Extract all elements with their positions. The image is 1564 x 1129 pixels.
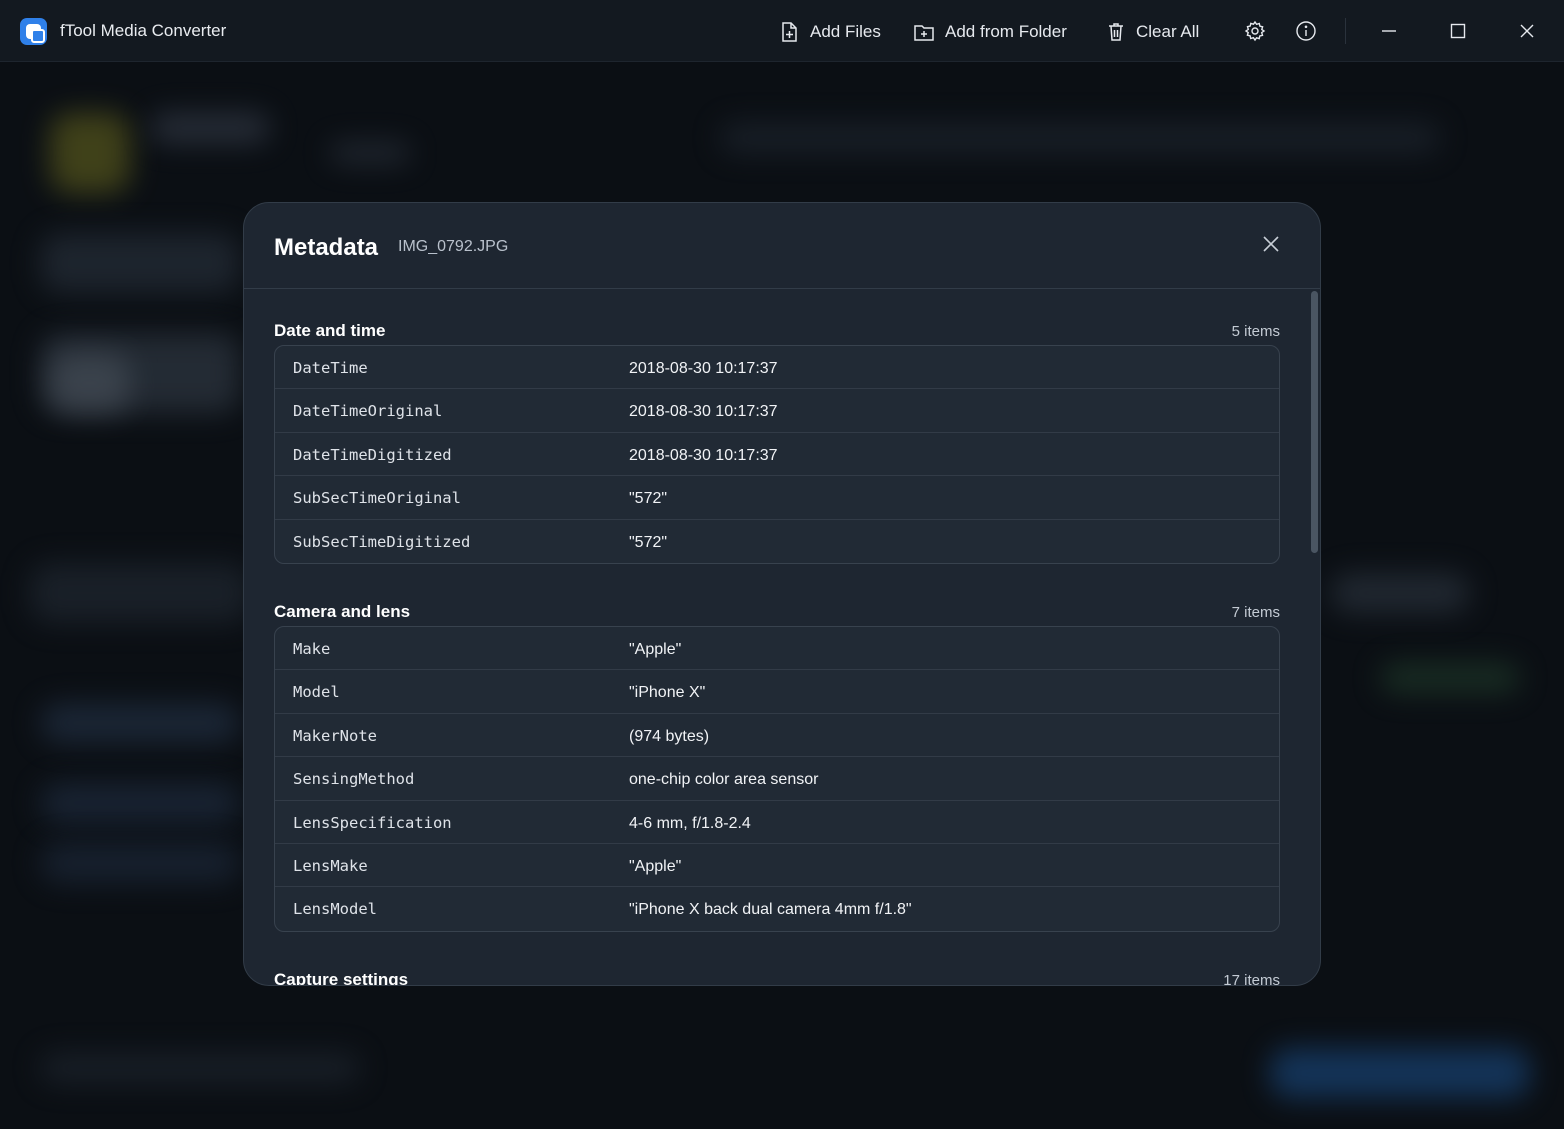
metadata-key: Model — [293, 683, 340, 702]
trash-icon — [1106, 21, 1126, 43]
metadata-value: (974 bytes) — [629, 727, 710, 745]
table-row: MakerNote (974 bytes) — [275, 714, 1279, 758]
metadata-key: LensMake — [293, 856, 368, 875]
dialog-title: Metadata — [274, 234, 379, 261]
minimize-icon[interactable] — [1377, 19, 1401, 43]
table-row: DateTime 2018-08-30 10:17:37 — [275, 346, 1279, 390]
metadata-value: 2018-08-30 10:17:37 — [629, 446, 778, 464]
metadata-value: 2018-08-30 10:17:37 — [629, 403, 778, 421]
clear-all-label: Clear All — [1136, 22, 1200, 41]
table-row: Model "iPhone X" — [275, 670, 1279, 714]
metadata-value: 2018-08-30 10:17:37 — [629, 360, 778, 377]
section-count: 7 items — [1231, 604, 1280, 621]
add-from-folder-button[interactable]: Add from Folder — [913, 16, 1067, 48]
app-title: fTool Media Converter — [60, 21, 227, 40]
titlebar-divider — [1345, 18, 1346, 44]
table-row: LensModel "iPhone X back dual camera 4mm… — [275, 887, 1279, 930]
metadata-dialog: Metadata IMG_0792.JPG Date and time 5 it… — [243, 202, 1321, 986]
close-icon — [1262, 235, 1280, 258]
metadata-key: SubSecTimeDigitized — [293, 532, 471, 551]
metadata-value: "572" — [629, 490, 668, 508]
table-row: SensingMethod one-chip color area sensor — [275, 757, 1279, 801]
add-files-label: Add Files — [810, 22, 881, 41]
table-row: SubSecTimeDigitized "572" — [275, 520, 1279, 563]
metadata-value: "572" — [629, 533, 668, 551]
table-row: DateTimeDigitized 2018-08-30 10:17:37 — [275, 433, 1279, 477]
settings-gear-icon[interactable] — [1243, 19, 1267, 43]
maximize-icon[interactable] — [1446, 19, 1470, 43]
metadata-value: one-chip color area sensor — [629, 771, 819, 789]
metadata-value: "iPhone X" — [629, 684, 706, 702]
section-count: 5 items — [1231, 323, 1280, 340]
table-row: Make "Apple" — [275, 627, 1279, 671]
dialog-header: Metadata IMG_0792.JPG — [244, 203, 1320, 289]
metadata-key: DateTime — [293, 359, 368, 377]
add-folder-icon — [913, 21, 935, 43]
section-count: 17 items — [1223, 972, 1280, 986]
metadata-key: SubSecTimeOriginal — [293, 489, 461, 508]
metadata-key: SensingMethod — [293, 770, 415, 789]
section-title: Camera and lens — [274, 602, 411, 621]
metadata-key: MakerNote — [293, 726, 377, 745]
metadata-value: "iPhone X back dual camera 4mm f/1.8" — [629, 901, 912, 919]
add-from-folder-label: Add from Folder — [945, 22, 1067, 41]
metadata-table: DateTime 2018-08-30 10:17:37 DateTimeOri… — [274, 345, 1280, 564]
table-row: SubSecTimeOriginal "572" — [275, 476, 1279, 520]
clear-all-button[interactable]: Clear All — [1106, 16, 1199, 48]
section-title: Date and time — [274, 321, 386, 340]
table-row: DateTimeOriginal 2018-08-30 10:17:37 — [275, 389, 1279, 433]
table-row: LensSpecification 4-6 mm, f/1.8-2.4 — [275, 801, 1279, 844]
title-bar: fTool Media Converter Add Files Add from… — [0, 0, 1564, 62]
metadata-key: DateTimeOriginal — [293, 402, 443, 421]
metadata-value: "Apple" — [629, 641, 682, 658]
metadata-value: 4-6 mm, f/1.8-2.4 — [629, 814, 751, 832]
app-logo-icon — [20, 18, 47, 45]
scrollbar-thumb[interactable] — [1311, 291, 1318, 553]
window-close-icon[interactable] — [1515, 19, 1539, 43]
dialog-scrollbar[interactable] — [1310, 289, 1320, 985]
metadata-table: Make "Apple" Model "iPhone X" MakerNote … — [274, 626, 1280, 932]
dialog-scroll-body: Date and time 5 items DateTime 2018-08-3… — [244, 290, 1310, 986]
metadata-key: Make — [293, 640, 331, 658]
add-files-button[interactable]: Add Files — [778, 16, 881, 48]
add-file-icon — [778, 21, 800, 43]
metadata-key: DateTimeDigitized — [293, 445, 452, 464]
section-title: Capture settings — [274, 970, 409, 986]
table-row: LensMake "Apple" — [275, 844, 1279, 888]
metadata-key: LensModel — [293, 900, 377, 919]
dialog-close-button[interactable] — [1258, 233, 1284, 259]
dialog-filename: IMG_0792.JPG — [398, 238, 509, 255]
info-icon[interactable] — [1294, 19, 1318, 43]
metadata-key: LensSpecification — [293, 813, 452, 832]
metadata-value: "Apple" — [629, 857, 682, 875]
